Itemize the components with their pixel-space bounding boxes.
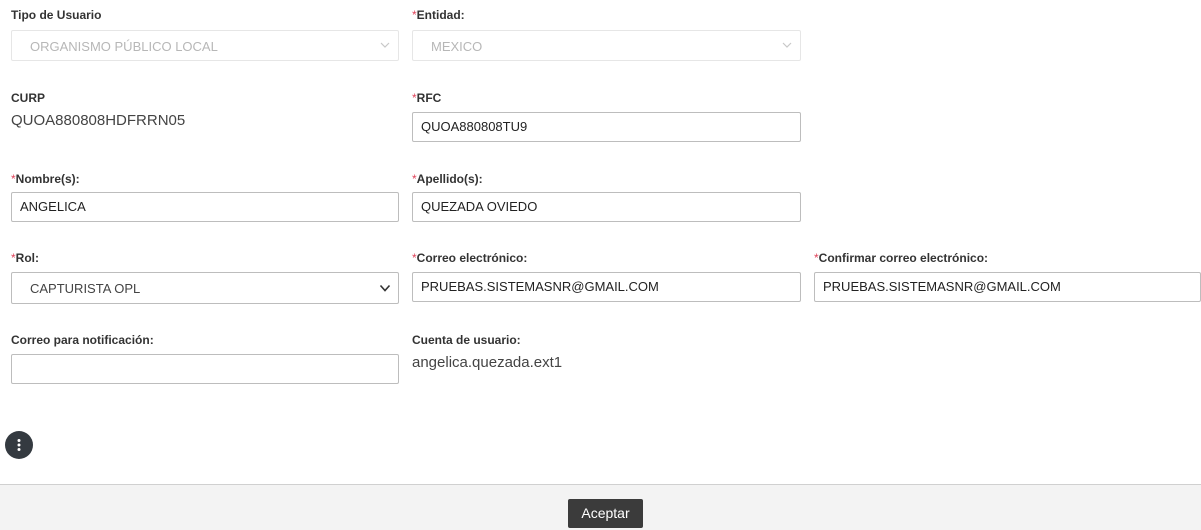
rol-select[interactable]: CAPTURISTA OPL xyxy=(11,272,399,304)
correo-input[interactable]: PRUEBAS.SISTEMASNR@GMAIL.COM xyxy=(412,272,801,302)
entidad-label: *Entidad: xyxy=(412,8,465,22)
entidad-value: MEXICO xyxy=(431,39,483,54)
rfc-input[interactable]: QUOA880808TU9 xyxy=(412,112,801,142)
more-options-button[interactable] xyxy=(5,431,33,459)
correo-label: *Correo electrónico: xyxy=(412,251,528,265)
rol-label: *Rol: xyxy=(11,251,39,265)
tipo-usuario-label: Tipo de Usuario xyxy=(11,8,102,22)
confirmar-correo-label: *Confirmar correo electrónico: xyxy=(814,251,989,265)
tipo-usuario-value: ORGANISMO PÚBLICO LOCAL xyxy=(30,39,218,54)
apellido-label: *Apellido(s): xyxy=(412,172,483,186)
more-vertical-icon xyxy=(17,439,21,451)
apellido-input[interactable]: QUEZADA OVIEDO xyxy=(412,192,801,222)
nombre-input[interactable]: ANGELICA xyxy=(11,192,399,222)
rfc-label: *RFC xyxy=(412,91,442,105)
cuenta-usuario-label: Cuenta de usuario: xyxy=(412,333,521,347)
nombre-label: *Nombre(s): xyxy=(11,172,80,186)
curp-value: QUOA880808HDFRRN05 xyxy=(11,112,186,129)
confirmar-correo-input[interactable]: PRUEBAS.SISTEMASNR@GMAIL.COM xyxy=(814,272,1201,302)
correo-notificacion-input[interactable] xyxy=(11,354,399,384)
curp-label: CURP xyxy=(11,91,46,105)
cuenta-usuario-value: angelica.quezada.ext1 xyxy=(412,354,563,371)
chevron-down-icon xyxy=(782,42,792,48)
chevron-down-icon xyxy=(380,42,390,48)
accept-button[interactable]: Aceptar xyxy=(568,499,643,528)
chevron-down-icon xyxy=(379,284,391,292)
correo-notificacion-label: Correo para notificación: xyxy=(11,333,154,347)
rol-value: CAPTURISTA OPL xyxy=(30,281,141,296)
entidad-select[interactable]: MEXICO xyxy=(412,30,801,61)
tipo-usuario-select[interactable]: ORGANISMO PÚBLICO LOCAL xyxy=(11,30,399,61)
